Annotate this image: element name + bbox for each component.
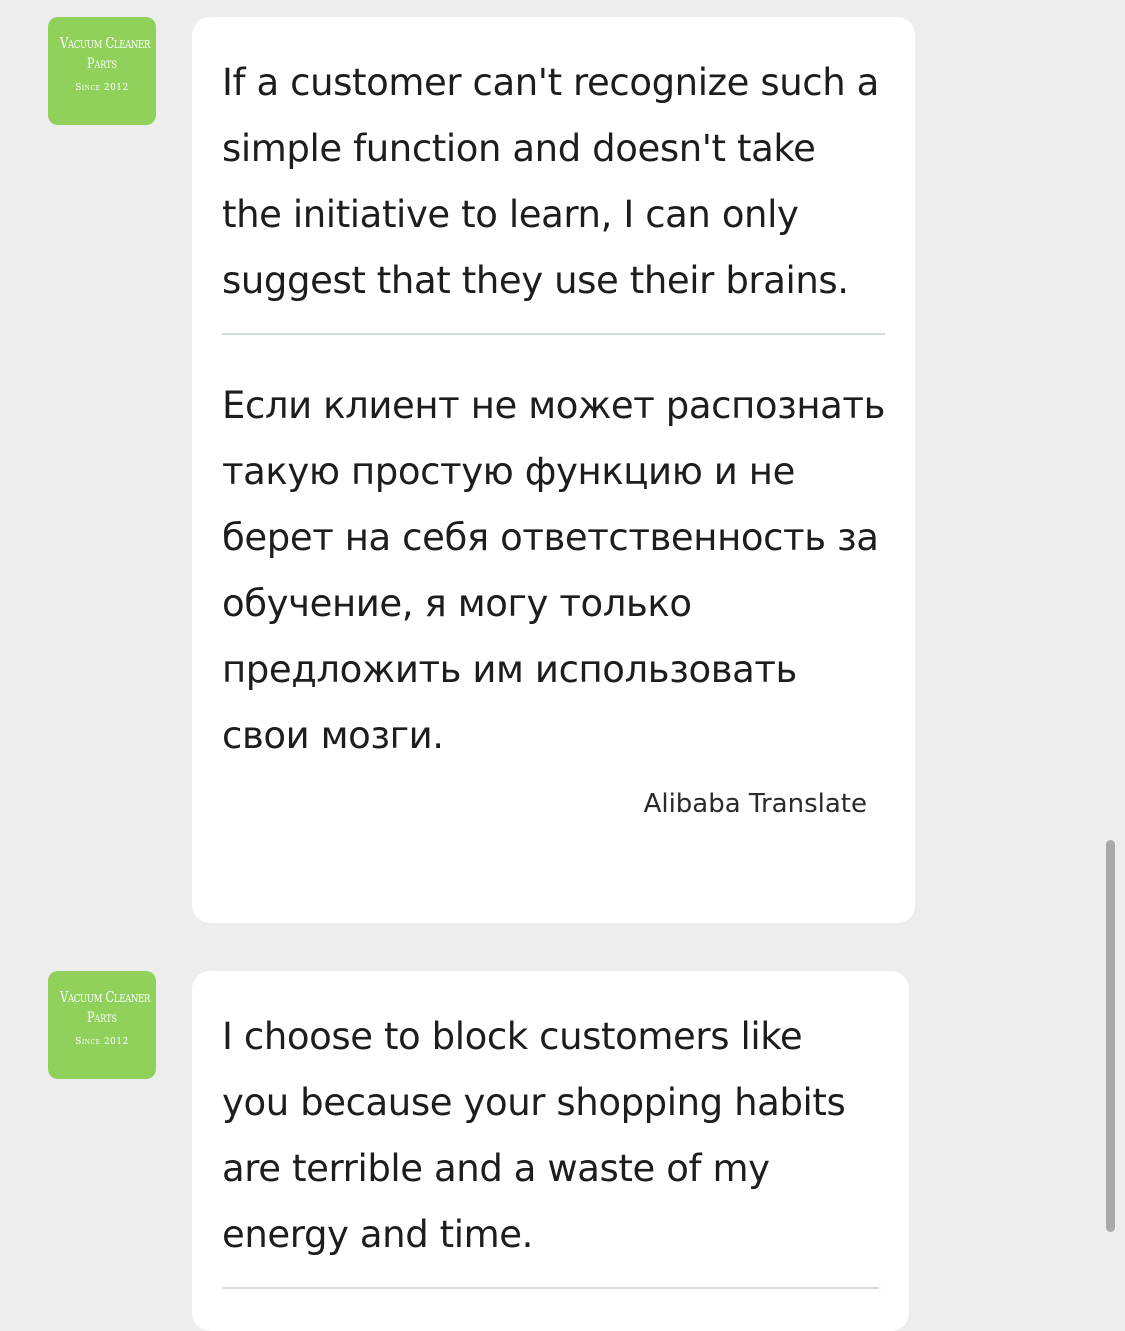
message-text: I choose to block customers like you bec… <box>222 1015 846 1256</box>
avatar-line-1: Vacuum Cleaner <box>59 988 150 1006</box>
translation-source-label: Alibaba Translate <box>643 789 867 819</box>
message-bubble[interactable]: I choose to block customers like you bec… <box>192 971 909 1331</box>
avatar-line-3: Since 2012 <box>75 83 129 93</box>
message-bubble[interactable]: If a customer can't recognize such a sim… <box>192 17 915 923</box>
avatar-line-3: Since 2012 <box>75 1037 129 1047</box>
translation-divider <box>222 333 885 335</box>
translation-divider <box>222 1287 879 1289</box>
message-text: If a customer can't recognize such a sim… <box>222 61 879 302</box>
shop-avatar[interactable]: Vacuum Cleaner Parts Since 2012 <box>48 17 156 125</box>
translated-text: Если клиент не может распознать такую пр… <box>222 384 885 757</box>
shop-avatar[interactable]: Vacuum Cleaner Parts Since 2012 <box>48 971 156 1079</box>
avatar-line-2: Parts <box>86 1010 117 1026</box>
avatar-line-1: Vacuum Cleaner <box>59 34 150 52</box>
scrollbar-thumb[interactable] <box>1106 840 1115 1232</box>
avatar-line-2: Parts <box>86 56 117 72</box>
